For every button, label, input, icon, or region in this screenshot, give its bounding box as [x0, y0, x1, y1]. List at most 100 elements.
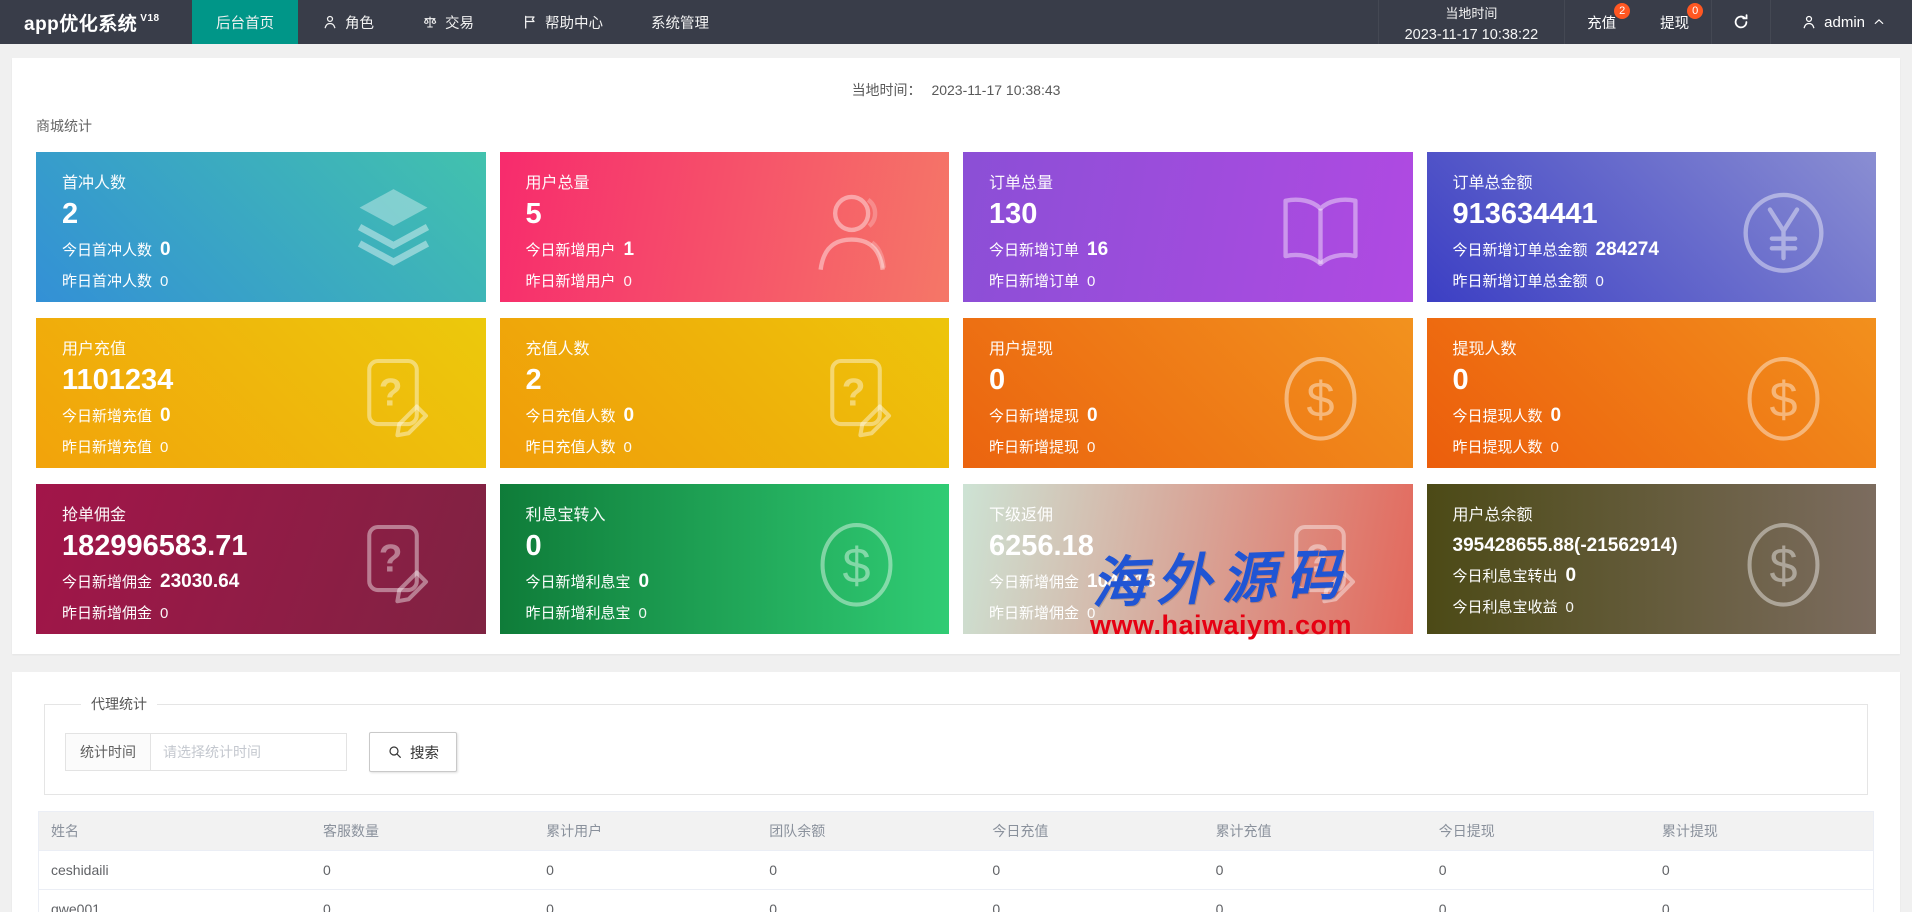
yesterday-label: 昨日首冲人数: [62, 273, 153, 291]
table-cell: 0: [1649, 849, 1873, 889]
today-value: 0: [1550, 405, 1562, 427]
search-button-label: 搜索: [410, 745, 439, 762]
yesterday-value: 0: [623, 439, 632, 457]
dollar-icon: $: [808, 516, 905, 613]
search-icon: [387, 744, 403, 760]
yesterday-label: 昨日新增佣金: [62, 605, 153, 623]
svg-text:?: ?: [378, 372, 402, 415]
yesterday-value: 0: [1550, 439, 1559, 457]
local-time-value: 2023-11-17 10:38:22: [1404, 27, 1539, 44]
table-cell: 0: [1203, 849, 1427, 889]
yesterday-label: 昨日新增提现: [989, 439, 1080, 457]
nav-item-label: 后台首页: [216, 15, 274, 32]
stat-card-11: 用户总余额 395428655.88(-21562914) 今日利息宝转出 0 今日利息…: [1426, 484, 1876, 634]
nav-item-label: 系统管理: [651, 15, 709, 32]
yesterday-label: 昨日提现人数: [1452, 439, 1543, 457]
table-header-cell: 累计用户: [534, 812, 758, 850]
stat-card-2: 订单总量 130 今日新增订单 16 昨日新增订单 0: [963, 152, 1413, 302]
yesterday-value: 0: [1087, 273, 1096, 291]
agent-table-header-row: 姓名 客服数量 累计用户 团队余额 今日充值 累计充值 今日提现 累计提现: [39, 812, 1873, 850]
local-time-label: 当地时间: [1445, 6, 1498, 21]
today-label: 今日新增佣金: [989, 574, 1080, 592]
table-cell: 0: [980, 888, 1204, 912]
yesterday-value: 0: [160, 605, 169, 623]
table-row[interactable]: qwe001 0 0 0 0 0 0 0: [39, 888, 1873, 912]
app-version: V18: [140, 12, 160, 24]
table-cell: 0: [757, 888, 981, 912]
nav-item-0[interactable]: 后台首页: [192, 0, 298, 44]
today-label: 今日新增用户: [525, 242, 616, 260]
doc-icon: ?: [345, 516, 442, 613]
svg-text:?: ?: [1305, 538, 1329, 581]
nav-item-4[interactable]: 系统管理: [627, 0, 733, 44]
svg-text:$: $: [1769, 370, 1797, 427]
doc-icon: ?: [1272, 516, 1369, 613]
svg-text:$: $: [1306, 370, 1334, 427]
stat-cards-grid: 首冲人数 2 今日首冲人数 0 昨日首冲人数 0 用户总量 5 今日新增用户 1 昨日新增用户 0 订单…: [24, 152, 1888, 634]
today-value: 0: [160, 405, 171, 427]
table-cell: ceshidaili: [39, 849, 311, 889]
nav-item-label: 帮助中心: [545, 15, 603, 32]
app-logo: app优化系统 V18: [0, 0, 192, 44]
today-value: 0: [1565, 564, 1577, 586]
today-value: 23030.64: [160, 571, 240, 593]
agent-table-wrap: 姓名 客服数量 累计用户 团队余额 今日充值 累计充值 今日提现 累计提现 ceshidail…: [38, 811, 1874, 912]
withdraw-button[interactable]: 提现 0: [1638, 0, 1711, 44]
today-value: 284274: [1595, 239, 1659, 261]
stat-card-5: 充值人数 2 今日充值人数 0 昨日充值人数 0?: [499, 318, 949, 468]
dollar-icon: $: [1735, 516, 1832, 613]
stat-card-9: 利息宝转入 0 今日新增利息宝 0 昨日新增利息宝 0 $: [499, 484, 949, 634]
table-cell: 0: [1203, 888, 1427, 912]
refresh-icon: [1732, 13, 1750, 31]
user-menu[interactable]: admin: [1770, 0, 1912, 44]
recharge-badge: 2: [1614, 3, 1631, 19]
yen-icon: [1735, 184, 1832, 281]
today-value: 16: [1087, 239, 1109, 261]
nav-item-2[interactable]: 交易: [398, 0, 498, 44]
today-label: 今日充值人数: [525, 408, 616, 426]
today-label: 今日利息宝转出: [1452, 567, 1558, 585]
stat-card-1: 用户总量 5 今日新增用户 1 昨日新增用户 0: [499, 152, 949, 302]
table-cell: 0: [980, 849, 1204, 889]
agent-stats-panel: 代理统计 统计时间 搜索 姓名客服数量累计用户团队余额今日充值累计充值今日提现累…: [12, 672, 1900, 912]
content-time-value: 2023-11-17 10:38:43: [931, 82, 1061, 98]
stat-time-label: 统计时间: [65, 733, 151, 771]
scales-icon: [422, 14, 438, 30]
flag-icon: [522, 14, 538, 30]
recharge-button[interactable]: 充值 2: [1565, 0, 1638, 44]
yesterday-value: 0: [160, 273, 169, 291]
search-button[interactable]: 搜索: [369, 732, 457, 772]
yesterday-label: 昨日新增订单: [989, 273, 1080, 291]
stat-time-input[interactable]: [151, 733, 347, 771]
today-value: 0: [638, 571, 650, 593]
today-value: 0: [1087, 405, 1098, 427]
table-cell: 0: [311, 849, 535, 889]
yesterday-label: 今日利息宝收益: [1452, 598, 1558, 616]
today-label: 今日新增利息宝: [525, 574, 631, 592]
stat-card-10: 下级返佣 6256.18 今日新增佣金 1042.13 昨日新增佣金 0?: [963, 484, 1413, 634]
stat-card-4: 用户充值 1101234 今日新增充值 0 昨日新增充值 0?: [36, 318, 486, 468]
today-label: 今日新增订单总金额: [1452, 242, 1588, 260]
section-title-mall-stats: 商城统计: [36, 118, 92, 134]
svg-text:$: $: [1769, 536, 1797, 593]
stat-card-0: 首冲人数 2 今日首冲人数 0 昨日首冲人数 0: [36, 152, 486, 302]
username: admin: [1824, 13, 1865, 31]
nav-item-1[interactable]: 角色: [298, 0, 398, 44]
agent-table: 姓名 客服数量 累计用户 团队余额 今日充值 累计充值 今日提现 累计提现 ceshidail…: [39, 812, 1873, 912]
doc-icon: ?: [345, 350, 442, 447]
table-header-cell: 客服数量: [311, 812, 535, 850]
local-time-block: 当地时间 2023-11-17 10:38:22: [1377, 0, 1566, 44]
stat-card-7: 提现人数 0 今日提现人数 0 昨日提现人数 0 $: [1426, 318, 1876, 468]
svg-text:?: ?: [378, 538, 402, 581]
refresh-button[interactable]: [1711, 0, 1770, 44]
nav-item-3[interactable]: 帮助中心: [498, 0, 627, 44]
stat-card-6: 用户提现 0 今日新增提现 0 昨日新增提现 0 $: [963, 318, 1413, 468]
nav-item-label: 交易: [445, 15, 474, 32]
today-value: 1042.13: [1087, 571, 1156, 593]
navbar-right: 当地时间 2023-11-17 10:38:22 充值 2 提现 0 admin: [1377, 0, 1912, 44]
table-row[interactable]: ceshidaili 0 0 0 0 0 0 0: [39, 849, 1873, 889]
today-label: 今日首冲人数: [62, 242, 153, 260]
today-label: 今日新增订单: [989, 242, 1080, 260]
mall-stats-panel: 当地时间： 2023-11-17 10:38:43 商城统计 首冲人数 2 今日首冲…: [12, 58, 1900, 654]
table-cell: 0: [757, 849, 981, 889]
